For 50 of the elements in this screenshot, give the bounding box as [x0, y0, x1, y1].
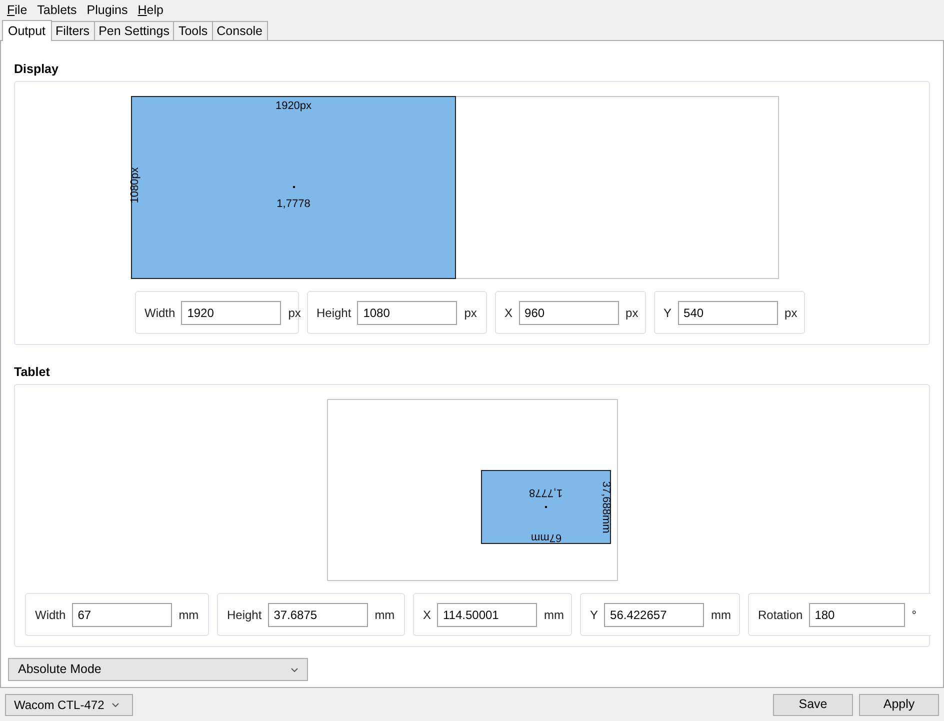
input-field[interactable]: 37.6875 [268, 602, 368, 626]
menu-item[interactable]: Help [132, 0, 168, 20]
input-field[interactable]: 114.50001 [437, 602, 538, 626]
tab[interactable]: Console [212, 21, 268, 40]
input-field[interactable]: 960 [518, 300, 619, 324]
unit-label: ° [912, 606, 917, 624]
action-button[interactable]: Apply [859, 694, 939, 716]
tab[interactable]: Pen Settings [94, 21, 174, 40]
ratio-label: 1,7778 [529, 486, 563, 500]
input-field[interactable]: 180 [808, 602, 905, 626]
menu-item[interactable]: Plugins [82, 0, 133, 20]
device-dropdown[interactable]: Wacom CTL-472 [5, 694, 133, 716]
section-title: Tablet [14, 364, 51, 378]
input-field[interactable]: 56.422657 [604, 602, 704, 626]
field-label: Y [664, 304, 672, 322]
unit-label: px [464, 304, 477, 322]
width-label: 1920px [275, 99, 312, 114]
menu-item[interactable]: Tablets [32, 0, 82, 20]
width-label: 67mm [530, 530, 562, 545]
tab[interactable]: Filters [52, 21, 95, 40]
action-button[interactable]: Save [773, 694, 853, 716]
field-label: Y [590, 606, 598, 624]
menu-item[interactable]: File [2, 0, 32, 20]
unit-label: mm [178, 606, 199, 624]
field-label: Rotation [758, 606, 803, 624]
field-label: X [504, 304, 513, 322]
field-label: X [423, 606, 432, 624]
input-field[interactable]: 67 [72, 602, 172, 626]
field-label: Height [316, 304, 352, 322]
chevron-icon [291, 668, 298, 672]
height-label: 37,688mm [599, 481, 614, 534]
field-label: Width [35, 606, 66, 624]
tab[interactable]: Tools [174, 21, 213, 40]
unit-label: px [626, 304, 638, 322]
ratio-label: 1,7778 [276, 197, 310, 212]
input-field[interactable]: 540 [678, 300, 778, 324]
unit-label: mm [374, 606, 395, 624]
height-label: 1080px [128, 167, 142, 204]
unit-label: px [288, 304, 301, 322]
field-label: Width [144, 304, 176, 322]
unit-label: mm [711, 606, 732, 624]
chevron-icon [112, 702, 120, 706]
section-title: Display [14, 61, 60, 75]
input-field[interactable]: 1080 [357, 300, 458, 324]
mode-dropdown[interactable]: Absolute Mode [8, 658, 308, 681]
tab[interactable]: Output [2, 20, 52, 41]
input-field[interactable]: 1920 [181, 300, 282, 324]
unit-label: mm [544, 606, 564, 624]
field-label: Height [227, 606, 262, 624]
unit-label: px [784, 304, 798, 322]
